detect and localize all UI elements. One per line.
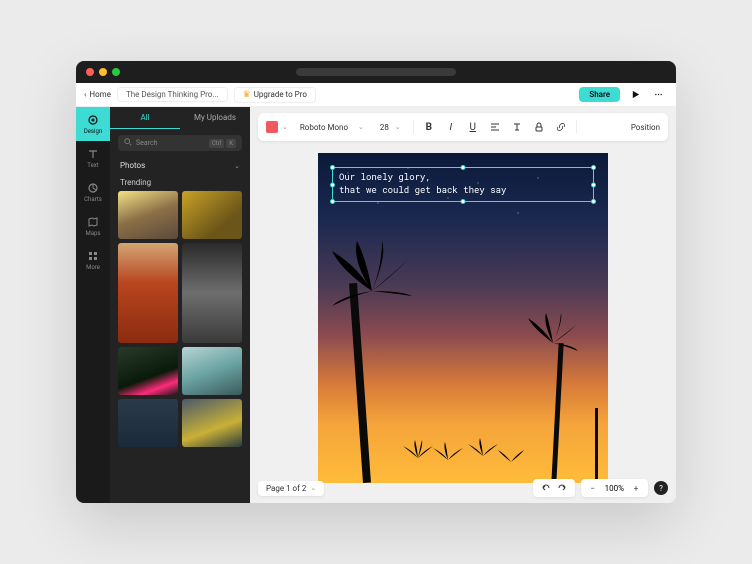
resize-handle[interactable] bbox=[461, 165, 466, 170]
grid-icon bbox=[87, 250, 99, 262]
chevron-left-icon: ‹ bbox=[84, 90, 86, 99]
search-icon bbox=[124, 138, 132, 148]
divider bbox=[413, 120, 414, 134]
photo-thumb[interactable] bbox=[182, 191, 242, 239]
photo-thumb[interactable] bbox=[182, 347, 242, 395]
canvas-viewport[interactable]: Our lonely glory, that we could get back… bbox=[250, 141, 676, 503]
photos-section-toggle[interactable]: Photos ⌄ bbox=[110, 157, 250, 174]
artboard[interactable]: Our lonely glory, that we could get back… bbox=[318, 153, 608, 483]
upgrade-button[interactable]: ♛ Upgrade to Pro bbox=[234, 87, 316, 103]
bold-button[interactable]: B bbox=[422, 120, 436, 134]
divider bbox=[576, 120, 577, 134]
redo-button[interactable] bbox=[557, 482, 569, 494]
canvas-text-line[interactable]: that we could get back they say bbox=[339, 185, 587, 198]
lock-button[interactable] bbox=[532, 120, 546, 134]
canvas-text-line[interactable]: Our lonely glory, bbox=[339, 172, 587, 185]
charts-icon bbox=[87, 182, 99, 194]
photo-thumb[interactable] bbox=[182, 243, 242, 343]
align-button[interactable] bbox=[488, 120, 502, 134]
tab-all[interactable]: All bbox=[110, 107, 180, 129]
chevron-down-icon: ⌄ bbox=[310, 484, 316, 492]
undo-button[interactable] bbox=[539, 482, 551, 494]
rail-maps[interactable]: Maps bbox=[76, 209, 110, 243]
palm-silhouette bbox=[595, 408, 598, 483]
share-button[interactable]: Share bbox=[579, 87, 620, 102]
play-button[interactable] bbox=[626, 86, 644, 104]
search-shortcut: Ctrl K bbox=[209, 139, 236, 148]
page-indicator[interactable]: Page 1 of 2 ⌄ bbox=[258, 481, 324, 496]
side-panel: All My Uploads Search Ctrl K Photos ⌄ Tr… bbox=[110, 107, 250, 503]
palm-fronds bbox=[528, 313, 578, 368]
zoom-level: 100% bbox=[605, 484, 624, 493]
play-icon bbox=[631, 90, 640, 99]
chevron-down-icon: ⌄ bbox=[395, 123, 401, 131]
rail-design[interactable]: Design bbox=[76, 107, 110, 141]
link-button[interactable] bbox=[554, 120, 568, 134]
resize-handle[interactable] bbox=[591, 165, 596, 170]
undo-redo-group bbox=[533, 479, 575, 497]
bottom-toolbar: Page 1 of 2 ⌄ − 100% + ? bbox=[258, 479, 668, 497]
photo-grid bbox=[110, 191, 250, 503]
photo-thumb[interactable] bbox=[118, 243, 178, 343]
design-icon bbox=[87, 114, 99, 126]
palm-silhouette bbox=[496, 438, 526, 483]
zoom-group: − 100% + bbox=[581, 479, 648, 497]
close-window-icon[interactable] bbox=[86, 68, 94, 76]
chevron-down-icon[interactable]: ⌄ bbox=[282, 123, 288, 131]
photo-thumb[interactable] bbox=[118, 347, 178, 395]
panel-tabs: All My Uploads bbox=[110, 107, 250, 129]
more-menu-button[interactable]: ⋯ bbox=[650, 86, 668, 104]
position-button[interactable]: Position bbox=[631, 123, 660, 132]
text-icon bbox=[87, 148, 99, 160]
maximize-window-icon[interactable] bbox=[112, 68, 120, 76]
palm-silhouette bbox=[468, 438, 498, 483]
font-size-select[interactable]: 28 ⌄ bbox=[376, 121, 405, 134]
italic-button[interactable]: I bbox=[444, 120, 458, 134]
titlebar-handle bbox=[296, 68, 456, 76]
tab-my-uploads[interactable]: My Uploads bbox=[180, 107, 250, 129]
underline-button[interactable]: U bbox=[466, 120, 480, 134]
window-titlebar bbox=[76, 61, 676, 83]
palm-silhouette bbox=[403, 438, 433, 483]
chevron-down-icon: ⌄ bbox=[234, 162, 240, 170]
home-label: Home bbox=[89, 90, 111, 99]
font-family-select[interactable]: Roboto Mono ⌄ bbox=[296, 121, 368, 134]
project-name[interactable]: The Design Thinking Pro... bbox=[117, 87, 228, 102]
search-input[interactable]: Search Ctrl K bbox=[118, 135, 242, 151]
canvas-area: ⌄ Roboto Mono ⌄ 28 ⌄ B I U Po bbox=[250, 107, 676, 503]
top-toolbar: ‹ Home The Design Thinking Pro... ♛ Upgr… bbox=[76, 83, 676, 107]
resize-handle[interactable] bbox=[330, 182, 335, 187]
trending-heading: Trending bbox=[110, 174, 250, 191]
resize-handle[interactable] bbox=[330, 165, 335, 170]
resize-handle[interactable] bbox=[591, 182, 596, 187]
crown-icon: ♛ bbox=[243, 90, 251, 100]
text-selection-box[interactable]: Our lonely glory, that we could get back… bbox=[332, 167, 594, 202]
resize-handle[interactable] bbox=[461, 199, 466, 204]
text-color-swatch[interactable] bbox=[266, 121, 278, 133]
help-button[interactable]: ? bbox=[654, 481, 668, 495]
app-window: ‹ Home The Design Thinking Pro... ♛ Upgr… bbox=[76, 61, 676, 503]
minimize-window-icon[interactable] bbox=[99, 68, 107, 76]
rail-charts[interactable]: Charts bbox=[76, 175, 110, 209]
text-toolbar: ⌄ Roboto Mono ⌄ 28 ⌄ B I U Po bbox=[258, 113, 668, 141]
photo-thumb[interactable] bbox=[118, 191, 178, 239]
more-icon: ⋯ bbox=[655, 90, 664, 99]
text-format-button[interactable] bbox=[510, 120, 524, 134]
home-button[interactable]: ‹ Home bbox=[84, 90, 111, 99]
photo-thumb[interactable] bbox=[182, 399, 242, 447]
left-rail: Design Text Charts Maps More bbox=[76, 107, 110, 503]
zoom-in-button[interactable]: + bbox=[630, 482, 642, 494]
palm-fronds bbox=[332, 241, 412, 331]
chevron-down-icon: ⌄ bbox=[358, 123, 364, 131]
maps-icon bbox=[87, 216, 99, 228]
photo-thumb[interactable] bbox=[118, 399, 178, 447]
rail-more[interactable]: More bbox=[76, 243, 110, 277]
palm-silhouette bbox=[433, 438, 463, 483]
app-body: Design Text Charts Maps More All My bbox=[76, 107, 676, 503]
zoom-out-button[interactable]: − bbox=[587, 482, 599, 494]
traffic-lights bbox=[86, 68, 120, 76]
rail-text[interactable]: Text bbox=[76, 141, 110, 175]
